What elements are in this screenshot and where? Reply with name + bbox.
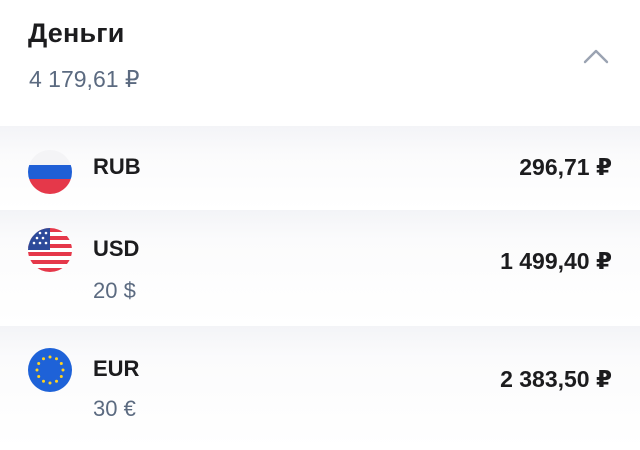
usa-flag-icon xyxy=(28,228,72,272)
currency-row-rub[interactable]: RUB 296,71 ₽ xyxy=(0,126,640,210)
section-title: Деньги xyxy=(28,18,125,48)
currency-code: RUB xyxy=(93,154,141,179)
chevron-up-icon xyxy=(583,49,609,64)
russia-flag-icon xyxy=(28,150,72,194)
currency-amount: 296,71 ₽ xyxy=(519,154,612,180)
currency-code: USD xyxy=(93,236,140,261)
total-balance: 4 179,61 ₽ xyxy=(29,66,140,92)
native-amount: 20 $ xyxy=(93,278,136,303)
currency-row-usd[interactable]: USD 20 $ 1 499,40 ₽ xyxy=(0,210,640,326)
native-amount: 30 € xyxy=(93,396,136,421)
collapse-button[interactable] xyxy=(578,38,614,74)
currency-row-eur[interactable]: EUR 30 € 2 383,50 ₽ xyxy=(0,326,640,450)
currency-code: EUR xyxy=(93,356,140,381)
money-screen: Деньги 4 179,61 ₽ RUB 296,71 ₽ USD 20 $ … xyxy=(0,0,640,450)
money-section-header[interactable]: Деньги 4 179,61 ₽ xyxy=(0,0,640,126)
eu-flag-icon xyxy=(28,348,72,392)
currency-amount: 2 383,50 ₽ xyxy=(500,366,612,392)
currency-amount: 1 499,40 ₽ xyxy=(500,248,612,274)
